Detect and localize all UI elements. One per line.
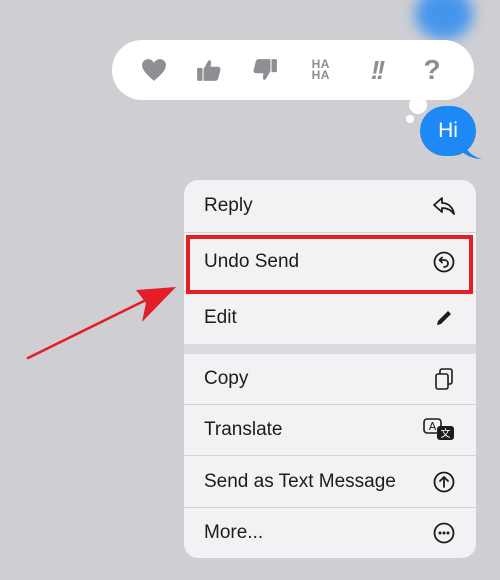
red-arrow-icon — [26, 287, 176, 360]
